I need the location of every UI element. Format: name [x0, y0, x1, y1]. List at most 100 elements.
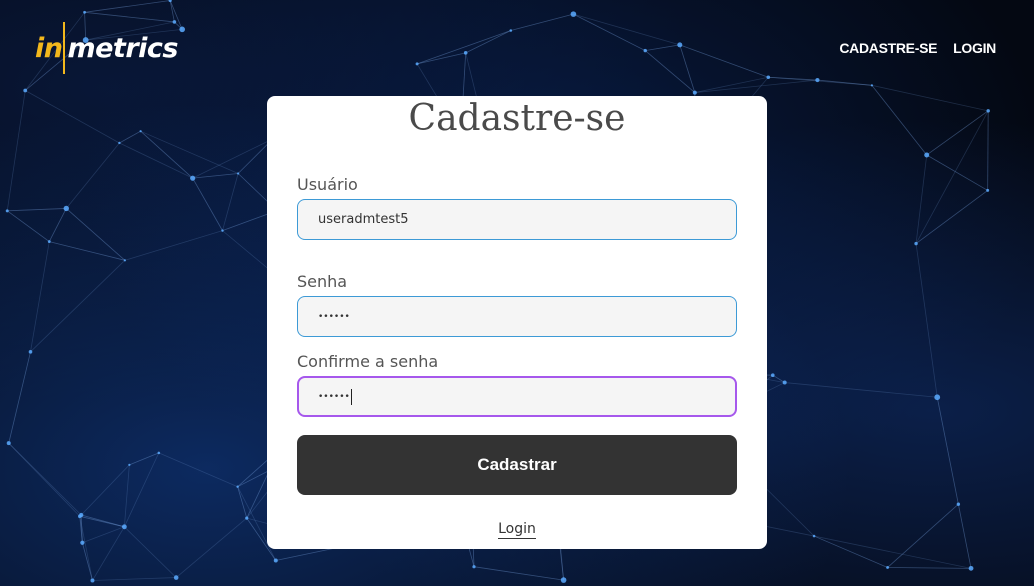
logo-divider: [63, 22, 66, 74]
network-node: [770, 373, 775, 378]
network-line: [573, 13, 680, 46]
network-node: [870, 84, 874, 87]
username-label: Usuário: [297, 175, 358, 194]
network-line: [8, 442, 82, 516]
network-node: [570, 11, 577, 17]
network-node: [986, 109, 990, 113]
confirm-password-label: Confirme a senha: [297, 352, 439, 371]
network-line: [694, 79, 818, 93]
confirm-password-input[interactable]: ••••••: [297, 376, 737, 417]
network-line: [30, 241, 50, 352]
network-line: [679, 44, 769, 78]
login-link[interactable]: Login: [498, 521, 536, 539]
username-input[interactable]: useradmtest5: [297, 199, 737, 240]
network-node: [924, 152, 930, 158]
network-node: [934, 394, 941, 401]
network-line: [915, 154, 928, 244]
confirm-password-value: ••••••: [318, 391, 350, 402]
network-line: [473, 566, 564, 581]
network-node: [677, 42, 683, 48]
network-line: [192, 138, 274, 179]
network-line: [79, 516, 93, 581]
network-node: [123, 259, 126, 262]
network-line: [915, 243, 938, 398]
network-line: [140, 130, 193, 179]
network-node: [221, 229, 224, 232]
network-line: [645, 44, 680, 51]
network-node: [23, 88, 28, 93]
network-node: [190, 175, 196, 181]
logo-in-text: in: [35, 32, 63, 64]
network-node: [63, 205, 69, 212]
inmetrics-logo[interactable]: in metrics: [35, 22, 178, 74]
network-line: [48, 208, 67, 242]
network-line: [79, 515, 125, 528]
network-node: [157, 451, 161, 455]
network-line: [175, 517, 248, 578]
network-node: [128, 463, 131, 466]
text-caret: [350, 388, 352, 405]
network-line: [510, 13, 574, 31]
network-line: [30, 260, 126, 353]
network-node: [986, 188, 990, 192]
network-line: [222, 173, 239, 231]
network-line: [92, 526, 125, 581]
network-node: [472, 565, 476, 569]
network-line: [416, 30, 511, 65]
network-line: [936, 397, 959, 505]
network-line: [25, 90, 120, 144]
network-node: [80, 540, 85, 545]
network-line: [887, 567, 972, 569]
network-node: [463, 51, 468, 55]
network-line: [644, 50, 696, 93]
network-node: [83, 10, 86, 14]
network-line: [915, 190, 988, 244]
network-line: [124, 230, 223, 261]
network-line: [49, 241, 125, 261]
network-line: [119, 130, 141, 144]
nav-login[interactable]: LOGIN: [953, 40, 996, 56]
network-node: [28, 350, 33, 354]
nav-cadastre-se[interactable]: CADASTRE-SE: [839, 40, 937, 56]
network-node: [90, 578, 95, 583]
network-line: [817, 79, 872, 86]
network-node: [914, 241, 918, 246]
network-line: [140, 130, 239, 174]
network-line: [192, 177, 223, 231]
network-line: [465, 30, 511, 54]
network-line: [926, 154, 988, 191]
network-line: [84, 0, 171, 13]
cadastrar-button[interactable]: Cadastrar: [297, 435, 737, 495]
network-node: [812, 534, 816, 538]
network-line: [987, 110, 989, 191]
network-node: [968, 565, 974, 571]
network-node: [560, 577, 567, 583]
network-line: [915, 110, 989, 244]
register-card: Cadastre-se Usuário useradmtest5 Senha •…: [267, 96, 767, 549]
network-node: [886, 566, 889, 569]
network-line: [82, 526, 125, 544]
network-line: [124, 526, 177, 578]
network-line: [66, 208, 126, 261]
top-nav: CADASTRE-SE LOGIN: [839, 40, 996, 56]
network-line: [65, 142, 120, 209]
password-input[interactable]: ••••••: [297, 296, 737, 337]
network-line: [957, 504, 972, 569]
network-node: [692, 90, 697, 95]
network-line: [7, 210, 50, 242]
network-line: [784, 382, 938, 398]
network-node: [245, 516, 249, 520]
network-line: [7, 208, 67, 212]
network-node: [236, 485, 239, 488]
network-node: [509, 29, 513, 32]
page-title: Cadastre-se: [408, 98, 626, 139]
network-line: [573, 13, 646, 51]
login-link-container: Login: [267, 518, 767, 539]
network-node: [815, 77, 820, 83]
network-node: [173, 575, 179, 580]
password-label: Senha: [297, 272, 348, 291]
network-node: [273, 558, 278, 563]
network-line: [192, 173, 239, 179]
network-node: [643, 48, 647, 53]
password-value: ••••••: [318, 311, 350, 322]
